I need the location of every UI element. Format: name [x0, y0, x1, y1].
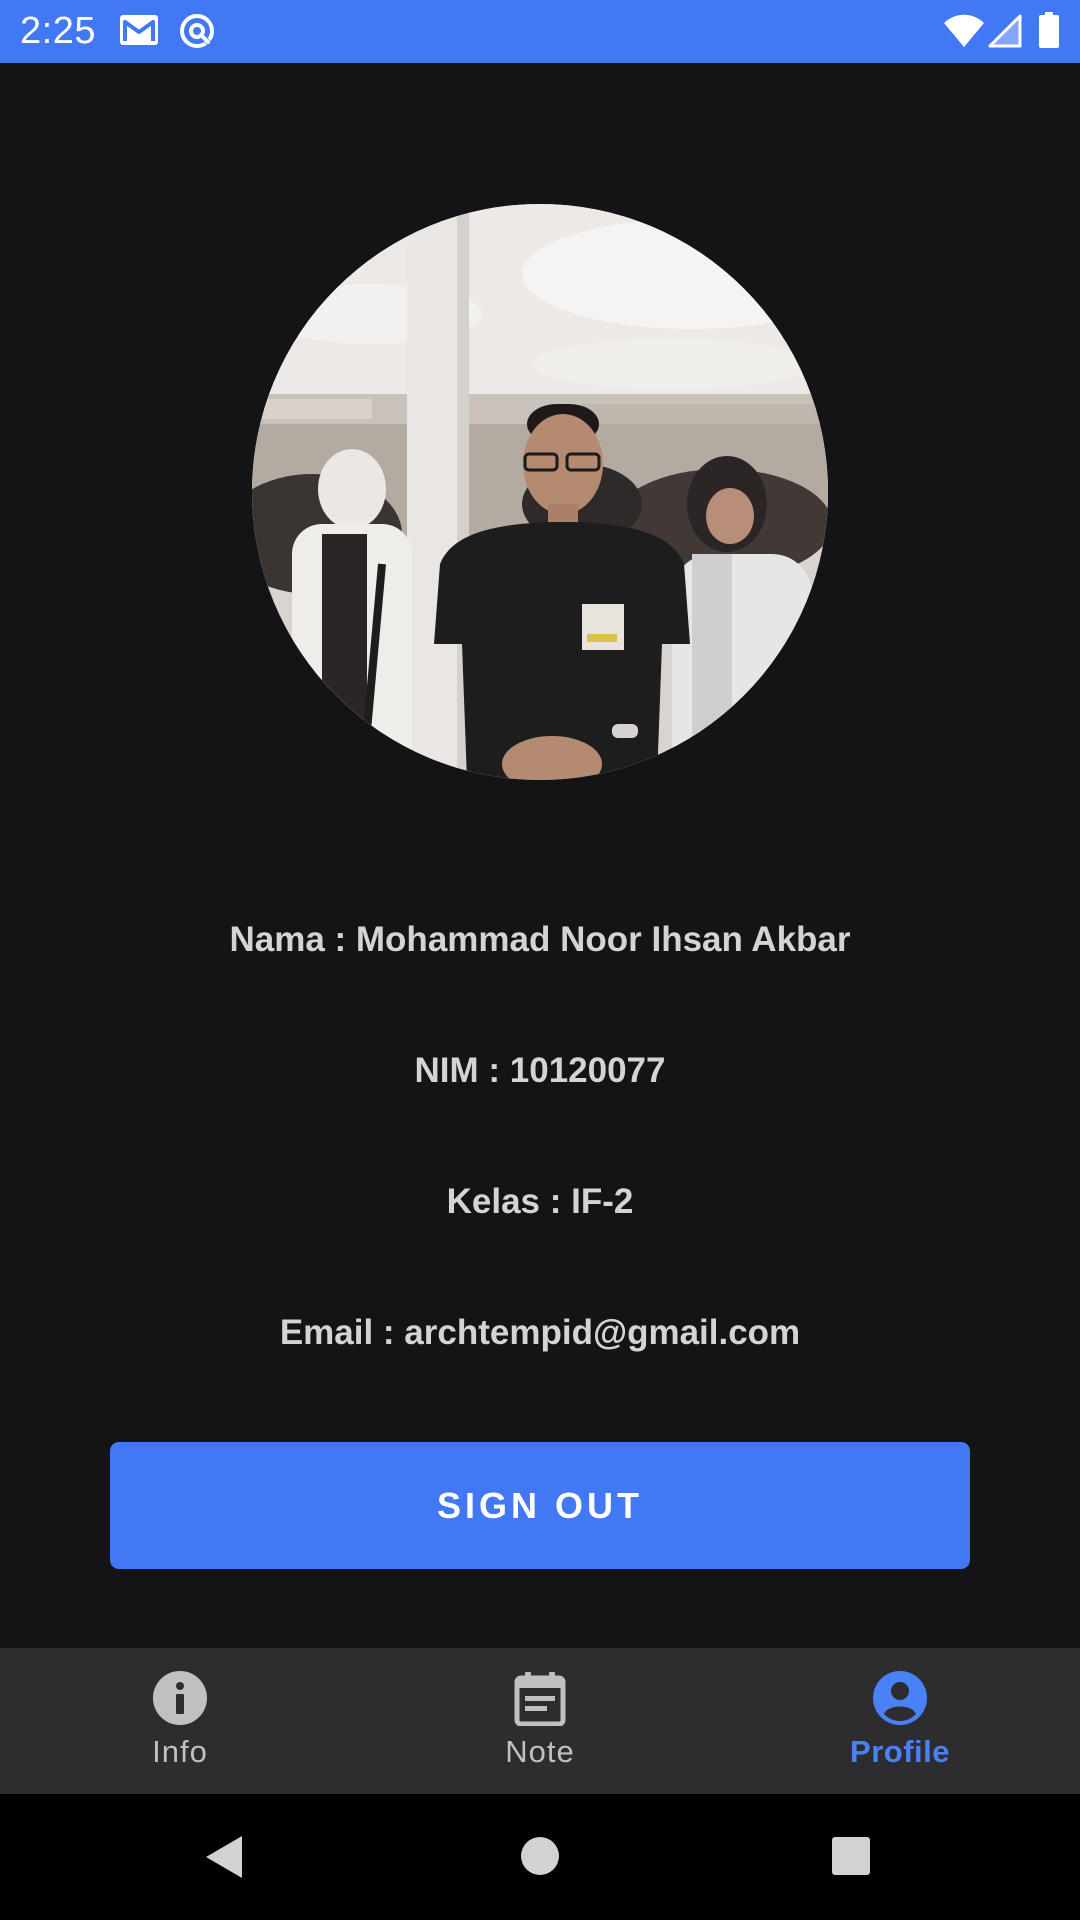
status-bar: 2:25 [0, 0, 1080, 63]
status-time: 2:25 [20, 10, 96, 52]
sign-out-button[interactable]: SIGN OUT [110, 1442, 970, 1569]
nim-text: NIM : 10120077 [414, 1051, 666, 1090]
gmail-icon [119, 14, 159, 46]
back-icon[interactable] [204, 1834, 244, 1880]
calendar-note-icon [512, 1670, 568, 1726]
system-navigation-bar [0, 1794, 1080, 1920]
account-circle-icon [872, 1670, 928, 1726]
kelas-text: Kelas : IF-2 [446, 1182, 634, 1221]
info-icon [152, 1670, 208, 1726]
profile-photo [252, 204, 828, 780]
email-text: Email : archtempid@gmail.com [279, 1313, 801, 1352]
recents-icon[interactable] [831, 1836, 871, 1876]
nav-item-info[interactable]: Info [0, 1648, 360, 1794]
signal-icon [988, 14, 1022, 48]
nav-item-note[interactable]: Note [360, 1648, 720, 1794]
name-text: Nama : Mohammad Noor Ihsan Akbar [229, 920, 851, 959]
sync-icon [178, 12, 216, 50]
battery-icon [1038, 12, 1060, 48]
wifi-icon [944, 14, 984, 48]
nav-label-info: Info [152, 1734, 208, 1769]
home-icon[interactable] [520, 1836, 560, 1876]
nav-item-profile[interactable]: Profile [720, 1648, 1080, 1794]
nav-label-note: Note [505, 1734, 575, 1769]
bottom-navigation: Info Note Profile [0, 1648, 1080, 1794]
nav-label-profile: Profile [850, 1734, 950, 1769]
